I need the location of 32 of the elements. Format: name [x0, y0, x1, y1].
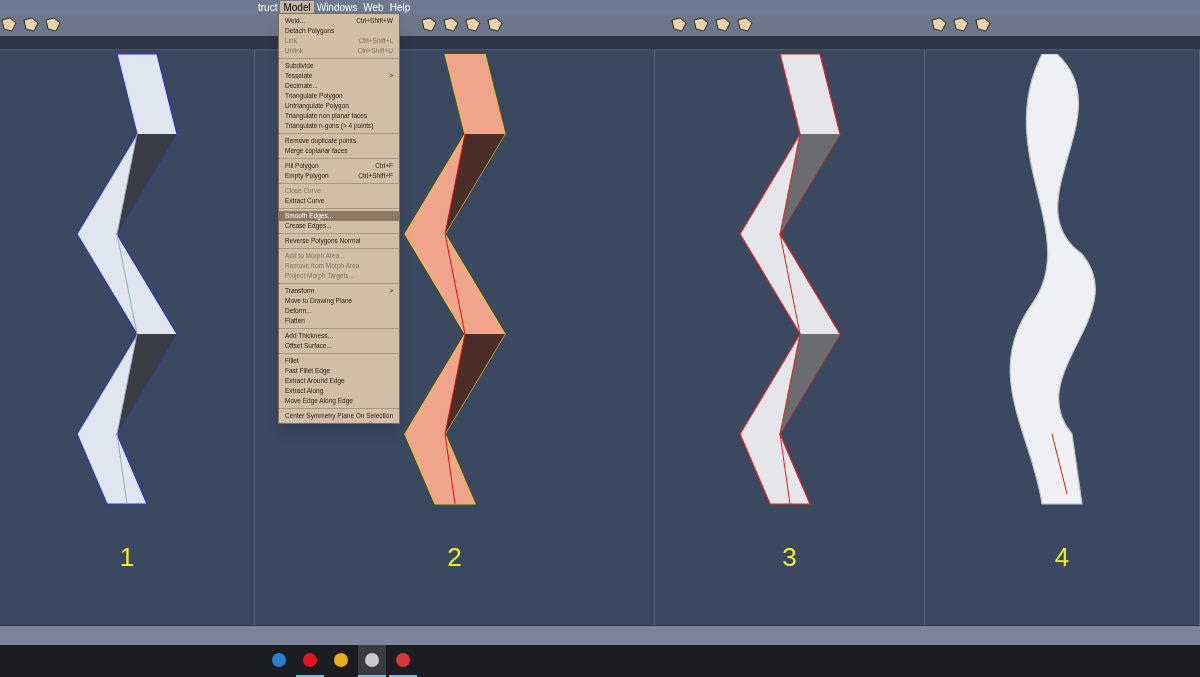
- viewport[interactable]: 3: [655, 50, 925, 625]
- viewport-number: 4: [1054, 541, 1070, 574]
- toolbar-tool-icon[interactable]: [736, 17, 754, 33]
- toolbar-tool-icon[interactable]: [420, 17, 438, 33]
- app-icon: [271, 652, 287, 668]
- viewport-number: 1: [119, 541, 135, 574]
- viewport[interactable]: 4: [925, 50, 1200, 625]
- viewport[interactable]: 1: [0, 50, 255, 625]
- menu-bar-item[interactable]: Windows: [313, 1, 361, 14]
- taskbar-app-button[interactable]: [358, 645, 386, 677]
- toolbar-tool-icon[interactable]: [44, 17, 62, 33]
- toolbar-tool-icon[interactable]: [930, 17, 948, 33]
- toolbar-tool-icon[interactable]: [974, 17, 992, 33]
- menu-bar-item[interactable]: truct: [255, 1, 281, 14]
- viewport-number: 2: [447, 541, 462, 574]
- toolbar-tool-icon[interactable]: [22, 17, 40, 33]
- app-icon: [395, 652, 411, 668]
- toolbar-tool-icon[interactable]: [464, 17, 482, 33]
- toolbar-tool-icon[interactable]: [0, 17, 18, 33]
- viewport-number: 3: [782, 541, 797, 574]
- app-icon: [333, 652, 349, 668]
- app-icon: [364, 652, 380, 668]
- toolbar-tool-icon[interactable]: [670, 17, 688, 33]
- app-icon: [302, 652, 318, 668]
- scroll-bar[interactable]: [0, 625, 1200, 645]
- toolbar-tool-icon[interactable]: [486, 17, 504, 33]
- toolbar-tool-icon[interactable]: [714, 17, 732, 33]
- menu-bar-item[interactable]: Help: [386, 1, 414, 14]
- menu-bar-item[interactable]: Web: [360, 1, 387, 14]
- toolbar-tool-icon[interactable]: [952, 17, 970, 33]
- toolbar-tool-icon[interactable]: [692, 17, 710, 33]
- toolbar-tool-icon[interactable]: [442, 17, 460, 33]
